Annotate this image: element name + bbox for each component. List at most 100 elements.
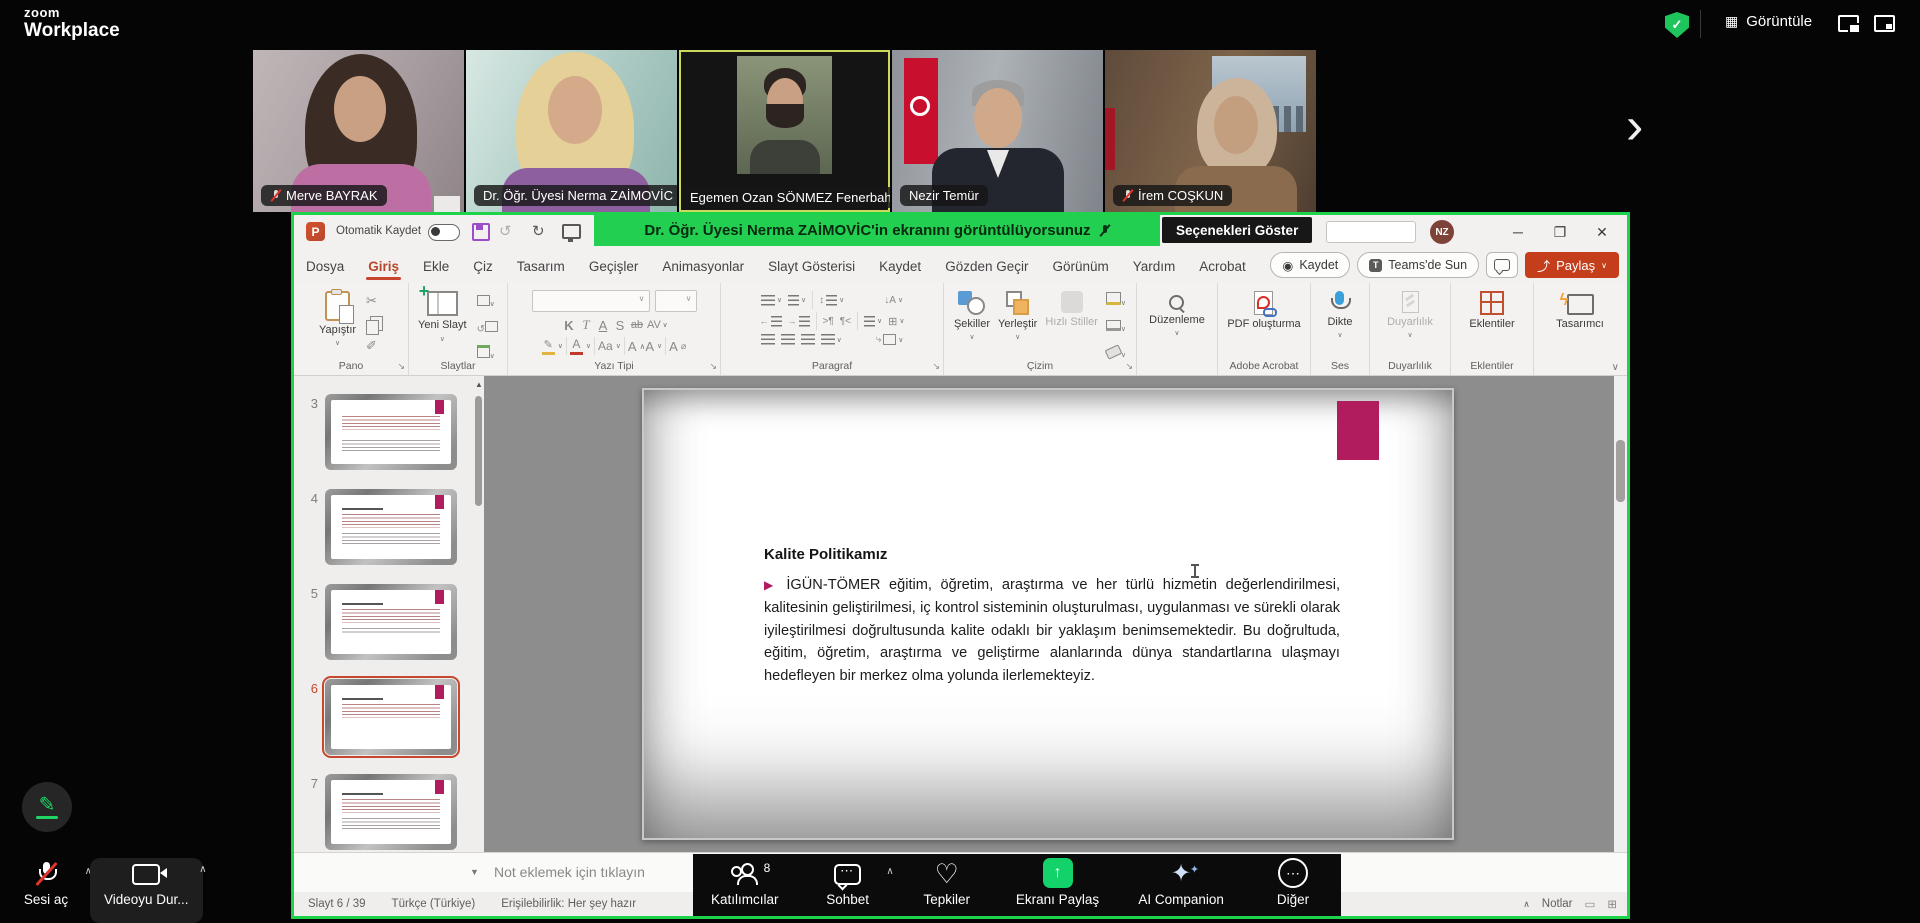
- align-left-button[interactable]: [758, 333, 778, 346]
- share-screen-button[interactable]: ↑ Ekranı Paylaş: [1016, 860, 1099, 907]
- drawing-dialog-launcher[interactable]: ↘: [1125, 361, 1133, 372]
- format-painter-icon[interactable]: ✐: [366, 338, 383, 354]
- tab-ciz[interactable]: Çiz: [461, 249, 505, 283]
- restore-button[interactable]: ❐: [1545, 219, 1575, 245]
- annotate-button[interactable]: ✎: [22, 782, 72, 832]
- slide-thumbnail[interactable]: [325, 774, 457, 850]
- slide-thumbnail-selected[interactable]: [325, 679, 457, 755]
- align-right-button[interactable]: [798, 333, 818, 346]
- close-button[interactable]: ✕: [1587, 219, 1617, 245]
- video-tile-nerma[interactable]: Dr. Öğr. Üyesi Nerma ZAİMOVİC: [466, 50, 677, 212]
- record-button[interactable]: ◉ Kaydet: [1270, 252, 1350, 278]
- tab-gorunum[interactable]: Görünüm: [1040, 249, 1120, 283]
- slide-row-7[interactable]: 7: [304, 774, 457, 850]
- columns-button[interactable]: ∨: [861, 315, 885, 328]
- scroll-up-arrow[interactable]: ▲: [475, 380, 483, 389]
- accessibility-indicator[interactable]: Erişilebilirlik: Her şey hazır: [501, 898, 636, 910]
- view-button[interactable]: ▦ Görüntüle: [1725, 13, 1812, 30]
- copy-icon[interactable]: [370, 316, 383, 331]
- shape-outline-button[interactable]: ∨: [1106, 318, 1126, 336]
- increase-indent-button[interactable]: →: [785, 315, 813, 328]
- tab-kaydet[interactable]: Kaydet: [867, 249, 933, 283]
- shapes-button[interactable]: Şekiller∨: [954, 283, 990, 341]
- quick-styles-button[interactable]: Hızlı Stiller: [1045, 283, 1098, 329]
- account-avatar[interactable]: NZ: [1430, 220, 1454, 244]
- participants-button[interactable]: 8 Katılımcılar: [711, 860, 779, 907]
- stop-video-button[interactable]: Videoyu Dur... ∧: [90, 858, 203, 923]
- comments-button[interactable]: [1486, 252, 1518, 278]
- notes-placeholder[interactable]: Not eklemek için tıklayın: [494, 864, 645, 880]
- justify-button[interactable]: ∨: [818, 333, 845, 346]
- language-indicator[interactable]: Türkçe (Türkiye): [392, 898, 476, 910]
- notes-toggle[interactable]: Notlar: [1542, 898, 1573, 910]
- current-slide[interactable]: Kalite Politikamız ▶ İGÜN-TÖMER eğitim, …: [642, 388, 1454, 840]
- shape-fill-button[interactable]: ∨: [1106, 292, 1126, 310]
- normal-view-icon[interactable]: ▭: [1584, 897, 1595, 911]
- slide-row-3[interactable]: 3: [304, 394, 457, 470]
- addins-button[interactable]: Eklentiler: [1469, 283, 1514, 330]
- chat-options-chevron[interactable]: ∧: [886, 866, 893, 877]
- strikethrough-button[interactable]: ab: [628, 319, 645, 331]
- notes-toggle-chevron[interactable]: ∧: [1523, 899, 1530, 910]
- collapse-ribbon-chevron[interactable]: ∨: [1612, 362, 1619, 373]
- tab-ekle[interactable]: Ekle: [411, 249, 461, 283]
- designer-button[interactable]: ϟ Tasarımcı: [1556, 283, 1604, 330]
- tab-gozden-gecir[interactable]: Gözden Geçir: [933, 249, 1040, 283]
- font-color-button[interactable]: A∨: [570, 337, 591, 355]
- clear-formatting-button[interactable]: A⌀: [669, 339, 686, 354]
- font-dialog-launcher[interactable]: ↘: [709, 361, 717, 372]
- tab-dosya[interactable]: Dosya: [294, 249, 356, 283]
- bullets-button[interactable]: ∨: [758, 294, 785, 307]
- paste-button[interactable]: Yapıştır∨: [319, 283, 356, 347]
- change-case-button[interactable]: Aa∨: [598, 339, 621, 353]
- shadow-button[interactable]: S: [611, 318, 628, 333]
- slide-row-6-selected[interactable]: 6: [304, 679, 457, 755]
- leave-meeting-button[interactable]: Çık: [1810, 860, 1920, 907]
- autosave-toggle[interactable]: [428, 224, 460, 241]
- video-tile-merve[interactable]: Merve BAYRAK: [253, 50, 464, 212]
- create-pdf-button[interactable]: PDF oluşturma: [1227, 283, 1300, 331]
- paragraph-dialog-launcher[interactable]: ↘: [932, 361, 940, 372]
- italic-button[interactable]: T: [577, 317, 594, 333]
- underline-button[interactable]: A: [594, 318, 611, 333]
- cut-icon[interactable]: ✂: [366, 293, 383, 309]
- shrink-font-button[interactable]: A∨: [645, 339, 662, 354]
- ai-companion-button[interactable]: ✦✦ AI Companion: [1138, 860, 1224, 907]
- save-icon[interactable]: [472, 223, 490, 241]
- chat-button[interactable]: Sohbet ∧: [818, 860, 878, 907]
- align-center-button[interactable]: [778, 333, 798, 346]
- reset-slide-icon[interactable]: ↺: [477, 319, 498, 337]
- video-tile-irem[interactable]: İrem COŞKUN: [1105, 50, 1316, 212]
- reactions-button[interactable]: ♡ Tepkiler: [917, 860, 977, 907]
- scrollbar-thumb[interactable]: [475, 396, 482, 506]
- tab-tasarim[interactable]: Tasarım: [505, 249, 577, 283]
- next-participants-chevron[interactable]: ›: [1626, 100, 1643, 152]
- highlight-color-button[interactable]: ✎∨: [542, 338, 563, 355]
- video-tile-nezir[interactable]: Nezir Temür: [892, 50, 1103, 212]
- tab-animasyonlar[interactable]: Animasyonlar: [650, 249, 756, 283]
- canvas-scrollbar[interactable]: [1614, 376, 1627, 852]
- tab-acrobat[interactable]: Acrobat: [1187, 249, 1258, 283]
- slide-row-4[interactable]: 4: [304, 489, 457, 565]
- canvas-scrollbar-thumb[interactable]: [1616, 440, 1625, 502]
- grid-view-icon[interactable]: ⊞: [1607, 897, 1617, 911]
- tab-giris[interactable]: Giriş: [356, 249, 411, 283]
- smartart-convert-button[interactable]: ⤷∨: [873, 333, 907, 346]
- sensitivity-button[interactable]: Duyarlılık∨: [1387, 283, 1433, 339]
- video-tile-egemen-active-speaker[interactable]: Egemen Ozan SÖNMEZ Fenerbahç...: [679, 50, 890, 212]
- character-spacing-button[interactable]: AV: [645, 319, 662, 331]
- clipboard-dialog-launcher[interactable]: ↘: [397, 361, 405, 372]
- grow-font-button[interactable]: A∧: [628, 339, 646, 354]
- line-spacing-button[interactable]: ↕∨: [816, 294, 847, 307]
- slide-row-5[interactable]: 5: [304, 584, 457, 660]
- present-in-teams-button[interactable]: Teams'de Sun: [1357, 252, 1479, 278]
- numbering-button[interactable]: ∨: [785, 294, 809, 307]
- ltr-button[interactable]: >¶: [820, 315, 837, 328]
- tab-yardim[interactable]: Yardım: [1121, 249, 1188, 283]
- new-slide-button[interactable]: Yeni Slayt∨: [418, 283, 467, 343]
- slide-thumbnail[interactable]: [325, 394, 457, 470]
- text-direction-button[interactable]: ↓A∨: [881, 294, 906, 307]
- tab-slayt-gosterisi[interactable]: Slayt Gösterisi: [756, 249, 867, 283]
- panel-scrollbar[interactable]: ▲: [474, 380, 483, 842]
- slideshow-icon[interactable]: [562, 224, 581, 239]
